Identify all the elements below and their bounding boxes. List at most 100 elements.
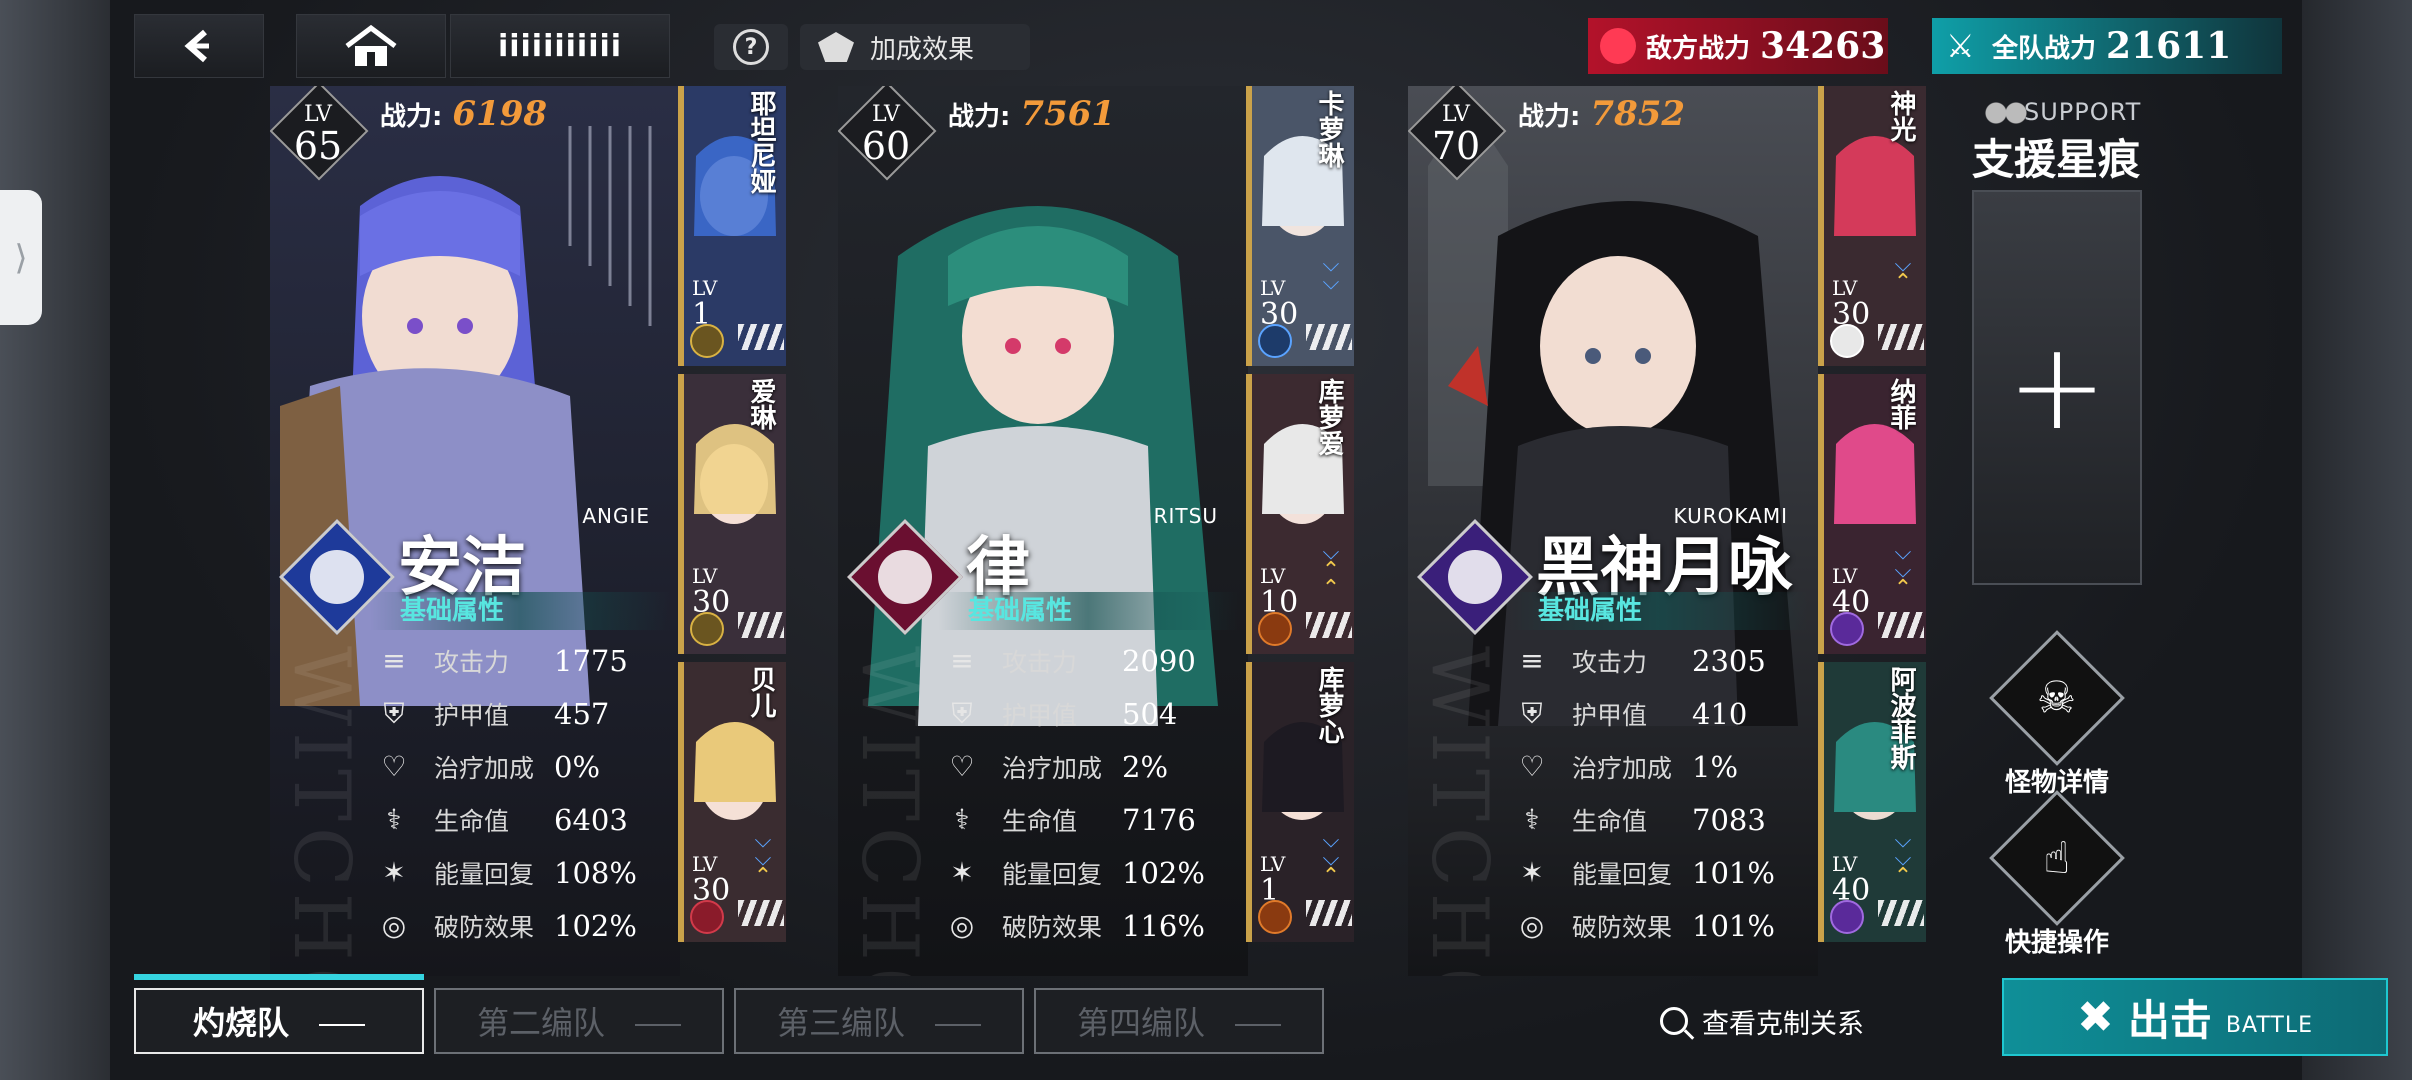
rarity-marks: [1306, 612, 1352, 638]
tab-formation-4[interactable]: 第四编队: [1034, 988, 1324, 1054]
stat-name: 护甲值: [1002, 700, 1078, 730]
crossed-swords-icon: ⚔: [1946, 27, 1975, 65]
edit-pencil-icon[interactable]: [635, 1016, 681, 1026]
stat-energy: ✶ 能量回复 101%: [1512, 846, 1812, 899]
support-slot[interactable]: 神光 LV 30 ⌵ ⌃: [1818, 86, 1926, 366]
level-label: LV: [1442, 101, 1470, 127]
tab-label: 第二编队: [476, 1004, 605, 1042]
support-slot[interactable]: 卡萝琳 LV 30 ⌵ ⌵: [1246, 86, 1354, 366]
rarity-marks: [738, 324, 784, 350]
stat-attack: ≡ 攻击力 2305: [1512, 634, 1812, 687]
edit-pencil-icon[interactable]: [319, 1016, 365, 1026]
tab-formation-1[interactable]: 灼烧队: [134, 988, 424, 1054]
support-name: 纳菲: [1886, 378, 1916, 430]
level-value: 70: [1431, 123, 1481, 168]
stat-value: 102%: [1122, 855, 1205, 890]
stat-name: 破防效果: [434, 912, 535, 942]
support-level: LV 30: [1832, 276, 1870, 330]
bull-icon: [1258, 900, 1292, 934]
support-name: 神光: [1886, 90, 1916, 142]
heart-icon: ♡: [949, 750, 975, 783]
back-button[interactable]: [134, 14, 264, 78]
support-level: LV 30: [692, 852, 730, 906]
character-card-1[interactable]: LV 65 战力: 6198 WITCH04 ANGIE 安洁 基础属性 ≡ 攻击…: [270, 86, 680, 976]
help-icon: ?: [733, 29, 769, 65]
bonus-effect-button[interactable]: 加成效果: [800, 24, 1030, 70]
stat-value: 116%: [1122, 908, 1205, 943]
stat-name: 攻击力: [434, 647, 510, 677]
tab-formation-3[interactable]: 第三编队: [734, 988, 1024, 1054]
character-power: 战力: 6198: [380, 94, 547, 140]
stat-value: 7176: [1122, 802, 1196, 837]
crown-icon: [1830, 900, 1864, 934]
support-name: 耶坦尼娅: [746, 90, 776, 194]
shield-icon: ⛨: [1521, 696, 1543, 730]
edit-pencil-icon[interactable]: [935, 1016, 981, 1026]
help-button[interactable]: ?: [714, 24, 788, 70]
crossed-swords-icon: ✖: [2077, 991, 2114, 1043]
bull-icon: [1258, 612, 1292, 646]
character-card-3[interactable]: LV 70 战力: 7852 WITCH03 KUROKAMI 黑神月咏 基础属…: [1408, 86, 1818, 976]
team-power-value: 21611: [2106, 25, 2232, 67]
support-level: LV 1: [1260, 852, 1285, 906]
edit-pencil-icon[interactable]: [1235, 1016, 1281, 1026]
support-slot[interactable]: 阿波菲斯 LV 40 ⌵ ⌵ ⌃: [1818, 662, 1926, 942]
support-name: 卡萝琳: [1314, 90, 1344, 168]
heart-icon: ♡: [381, 750, 407, 783]
character-card-2[interactable]: LV 60 战力: 7561 WITCH01 RITSU 律 基础属性 ≡ 攻击力…: [838, 86, 1248, 976]
tab-formation-2[interactable]: 第二编队: [434, 988, 724, 1054]
support-slot[interactable]: 纳菲 LV 40 ⌵ ⌵ ⌃: [1818, 374, 1926, 654]
support-title-cn: 支援星痕: [1972, 135, 2141, 184]
stat-armor: ⛨ 护甲值 457: [374, 687, 674, 740]
tab-label: 灼烧队: [192, 1004, 289, 1042]
side-drawer-handle[interactable]: ⟩: [0, 190, 42, 325]
stat-attack: ≡ 攻击力 2090: [942, 634, 1242, 687]
stat-value: 1%: [1692, 749, 1739, 784]
support-slot[interactable]: 库萝爱 LV 10 ⌵ ⌃ ⌃: [1246, 374, 1354, 654]
crown-icon: [1830, 612, 1864, 646]
support-slot[interactable]: 爱琳 LV 30: [678, 374, 786, 654]
support-column-3: 神光 LV 30 ⌵ ⌃ 纳菲 LV 40 ⌵ ⌵ ⌃ 阿波菲斯 LV 40 ⌵ ⌵ ⌃: [1818, 86, 1926, 966]
rarity-marks: [1878, 900, 1924, 926]
witch-watermark: WITCH01: [844, 646, 934, 976]
emblem-core: [310, 550, 364, 604]
battle-button[interactable]: ✖ 出击 BATTLE: [2002, 978, 2388, 1056]
main-stage: iiiiiiiiiii ? 加成效果 敌方战力 34263 ⚔ 全队战力 216…: [110, 0, 2388, 1080]
power-value: 6198: [452, 94, 548, 134]
support-slot[interactable]: 贝儿 LV 30 ⌵ ⌵ ⌃: [678, 662, 786, 942]
support-level: LV 30: [1260, 276, 1298, 330]
power-value: 7561: [1020, 94, 1116, 134]
support-level: LV 40: [1832, 852, 1870, 906]
power-label: 战力:: [948, 102, 1011, 132]
stat-name: 破防效果: [1002, 912, 1103, 942]
quick-operation-button[interactable]: ☝ 快捷操作: [1972, 790, 2142, 959]
stat-hp: ⚕ 生命值 6403: [374, 793, 674, 846]
stats-list: ≡ 攻击力 2090 ⛨ 护甲值 504 ♡ 治疗加成 2% ⚕ 生命值 7176 ✶ 能量回复 1…: [942, 634, 1242, 952]
tab-label: 第三编队: [776, 1004, 905, 1042]
basic-attributes-label: 基础属性: [938, 592, 1238, 630]
stat-name: 治疗加成: [1572, 753, 1673, 783]
support-name: 贝儿: [746, 666, 776, 718]
stat-name: 生命值: [1572, 806, 1648, 836]
rank-chevrons-icon: ⌵ ⌵: [1322, 252, 1340, 295]
stat-value: 2%: [1122, 749, 1169, 784]
monster-details-button[interactable]: ☠ 怪物详情: [1972, 630, 2142, 799]
support-slot[interactable]: 耶坦尼娅 LV 1: [678, 86, 786, 366]
stat-name: 能量回复: [1572, 859, 1673, 889]
support-slot[interactable]: 库萝心 LV 1 ⌵ ⌵ ⌃: [1246, 662, 1354, 942]
support-level: LV 10: [1260, 564, 1298, 618]
stat-heal: ♡ 治疗加成 2%: [942, 740, 1242, 793]
level-label: LV: [872, 101, 900, 127]
support-name: 阿波菲斯: [1886, 666, 1916, 770]
view-counter-relations-button[interactable]: 查看克制关系: [1660, 996, 1864, 1046]
team-name-field[interactable]: iiiiiiiiiii: [450, 14, 670, 78]
stat-value: 410: [1692, 696, 1748, 731]
rarity-marks: [738, 900, 784, 926]
power-label: 战力:: [380, 102, 443, 132]
home-button[interactable]: [296, 14, 446, 78]
level-badge: LV 60: [838, 86, 937, 181]
bonus-label: 加成效果: [870, 34, 975, 65]
stat-energy: ✶ 能量回复 102%: [942, 846, 1242, 899]
search-icon: [1660, 1007, 1688, 1035]
support-star-slot[interactable]: +: [1972, 190, 2142, 585]
